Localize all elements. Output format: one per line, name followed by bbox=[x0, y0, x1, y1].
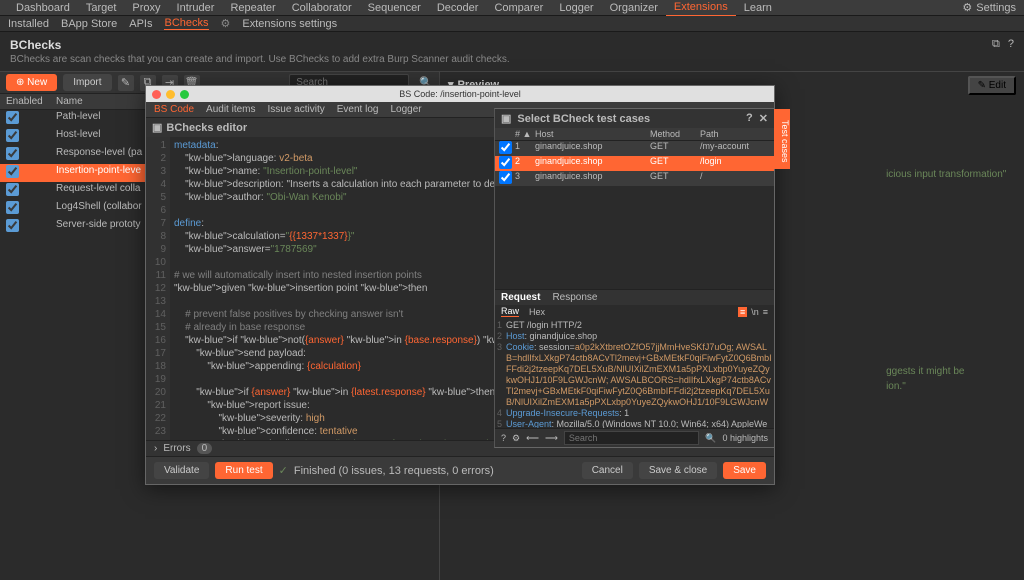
highlights-count: 0 highlights bbox=[722, 433, 768, 443]
tab-comparer[interactable]: Comparer bbox=[486, 0, 551, 16]
edit-icon[interactable]: ✎ bbox=[118, 75, 134, 91]
subtab-apis[interactable]: APIs bbox=[129, 18, 152, 30]
mtab-eventlog[interactable]: Event log bbox=[337, 104, 379, 115]
col-num[interactable]: # ▲ bbox=[515, 129, 535, 139]
window-title: BS Code: /insertion-point-level bbox=[399, 89, 521, 99]
request-tab[interactable]: Request bbox=[501, 292, 540, 303]
save-button[interactable]: Save bbox=[723, 462, 766, 479]
response-tab[interactable]: Response bbox=[552, 292, 597, 303]
enable-checkbox[interactable] bbox=[6, 147, 19, 160]
tab-proxy[interactable]: Proxy bbox=[124, 0, 168, 16]
tc-checkbox[interactable] bbox=[499, 156, 512, 169]
settings-button[interactable]: ⚙ Settings bbox=[962, 1, 1016, 14]
wrap-icon[interactable]: ≡ bbox=[763, 307, 768, 317]
tc-title: Select BCheck test cases bbox=[517, 113, 650, 125]
minimize-icon[interactable] bbox=[166, 90, 175, 99]
mtab-logger[interactable]: Logger bbox=[390, 104, 421, 115]
gear-icon: ⚙ bbox=[221, 17, 231, 30]
tab-extensions[interactable]: Extensions bbox=[666, 0, 736, 16]
tc-row[interactable]: 3ginandjuice.shopGET/ bbox=[495, 171, 774, 186]
tab-organizer[interactable]: Organizer bbox=[602, 0, 666, 16]
editor-title: BChecks editor bbox=[166, 122, 247, 134]
nav-icon[interactable]: ⟶ bbox=[545, 433, 558, 444]
page-header: BChecks BChecks are scan checks that you… bbox=[0, 32, 1024, 72]
tc-checkbox[interactable] bbox=[499, 141, 512, 154]
request-body[interactable]: 12345 GET /login HTTP/2Host: ginandjuice… bbox=[495, 318, 774, 428]
page-title: BChecks bbox=[10, 38, 1014, 52]
tab-repeater[interactable]: Repeater bbox=[222, 0, 283, 16]
status-text: Finished (0 issues, 13 requests, 0 error… bbox=[294, 465, 494, 477]
errors-label: Errors bbox=[163, 443, 190, 454]
enable-checkbox[interactable] bbox=[6, 165, 19, 178]
page-desc: BChecks are scan checks that you can cre… bbox=[10, 54, 1014, 65]
maximize-icon[interactable] bbox=[180, 90, 189, 99]
tab-sequencer[interactable]: Sequencer bbox=[360, 0, 429, 16]
gear-icon: ⚙ bbox=[962, 1, 972, 14]
popout-icon[interactable]: ⧉ bbox=[992, 38, 1000, 51]
tc-row[interactable]: 1ginandjuice.shopGET/my-account bbox=[495, 141, 774, 156]
test-cases-panel: Test cases ▣ Select BCheck test cases ?✕… bbox=[494, 108, 775, 448]
mtab-bscode[interactable]: BS Code bbox=[154, 104, 194, 115]
top-tabs: Dashboard Target Proxy Intruder Repeater… bbox=[0, 0, 1024, 16]
nav-icon[interactable]: ⟵ bbox=[526, 433, 539, 444]
validate-button[interactable]: Validate bbox=[154, 462, 209, 479]
new-button[interactable]: ⊕ New bbox=[6, 74, 57, 91]
help-icon[interactable]: ? bbox=[746, 112, 753, 125]
chevron-right-icon[interactable]: › bbox=[154, 443, 157, 454]
tab-decoder[interactable]: Decoder bbox=[429, 0, 487, 16]
window-titlebar[interactable]: BS Code: /insertion-point-level bbox=[146, 86, 774, 102]
import-button[interactable]: Import bbox=[63, 74, 111, 91]
actions-icon[interactable]: ≡ bbox=[738, 307, 747, 317]
tab-dashboard[interactable]: Dashboard bbox=[8, 0, 78, 16]
mtab-issue[interactable]: Issue activity bbox=[268, 104, 325, 115]
raw-tab[interactable]: Raw bbox=[501, 306, 519, 317]
tc-checkbox[interactable] bbox=[499, 171, 512, 184]
edit-button[interactable]: ✎ Edit bbox=[968, 76, 1016, 95]
enable-checkbox[interactable] bbox=[6, 129, 19, 142]
testcases-sidetab[interactable]: Test cases bbox=[774, 109, 790, 169]
newline-icon[interactable]: \n bbox=[751, 307, 759, 317]
help-icon[interactable]: ? bbox=[501, 433, 506, 443]
tab-learn[interactable]: Learn bbox=[736, 0, 780, 16]
subtab-bapp[interactable]: BApp Store bbox=[61, 18, 117, 30]
close-icon[interactable]: ✕ bbox=[759, 112, 768, 125]
subtab-ext-settings[interactable]: Extensions settings bbox=[242, 18, 337, 30]
gear-icon[interactable]: ⚙ bbox=[512, 433, 520, 444]
panel-icon[interactable]: ▣ bbox=[501, 112, 511, 125]
help-icon[interactable]: ? bbox=[1008, 38, 1014, 51]
tab-target[interactable]: Target bbox=[78, 0, 125, 16]
subtab-installed[interactable]: Installed bbox=[8, 18, 49, 30]
mtab-audit[interactable]: Audit items bbox=[206, 104, 255, 115]
saveclose-button[interactable]: Save & close bbox=[639, 462, 717, 479]
col-method[interactable]: Method bbox=[650, 129, 700, 139]
enable-checkbox[interactable] bbox=[6, 183, 19, 196]
tab-intruder[interactable]: Intruder bbox=[169, 0, 223, 16]
request-search[interactable] bbox=[564, 431, 699, 445]
subtab-bchecks[interactable]: BChecks bbox=[164, 17, 208, 30]
col-path[interactable]: Path bbox=[700, 129, 770, 139]
collapse-icon[interactable]: ▣ bbox=[152, 121, 162, 134]
sub-tabs: Installed BApp Store APIs BChecks ⚙ Exte… bbox=[0, 16, 1024, 32]
check-icon: ✓ bbox=[279, 464, 288, 477]
search-icon[interactable]: 🔍 bbox=[705, 433, 716, 444]
runtest-button[interactable]: Run test bbox=[215, 462, 272, 479]
enable-checkbox[interactable] bbox=[6, 201, 19, 214]
hex-tab[interactable]: Hex bbox=[529, 307, 545, 317]
errors-count: 0 bbox=[197, 443, 213, 454]
tab-collaborator[interactable]: Collaborator bbox=[284, 0, 360, 16]
close-icon[interactable] bbox=[152, 90, 161, 99]
col-enabled[interactable]: Enabled bbox=[6, 96, 56, 107]
enable-checkbox[interactable] bbox=[6, 219, 19, 232]
tc-row[interactable]: 2ginandjuice.shopGET/login bbox=[495, 156, 774, 171]
tab-logger[interactable]: Logger bbox=[551, 0, 601, 16]
enable-checkbox[interactable] bbox=[6, 111, 19, 124]
cancel-button[interactable]: Cancel bbox=[582, 462, 633, 479]
col-host[interactable]: Host bbox=[535, 129, 650, 139]
